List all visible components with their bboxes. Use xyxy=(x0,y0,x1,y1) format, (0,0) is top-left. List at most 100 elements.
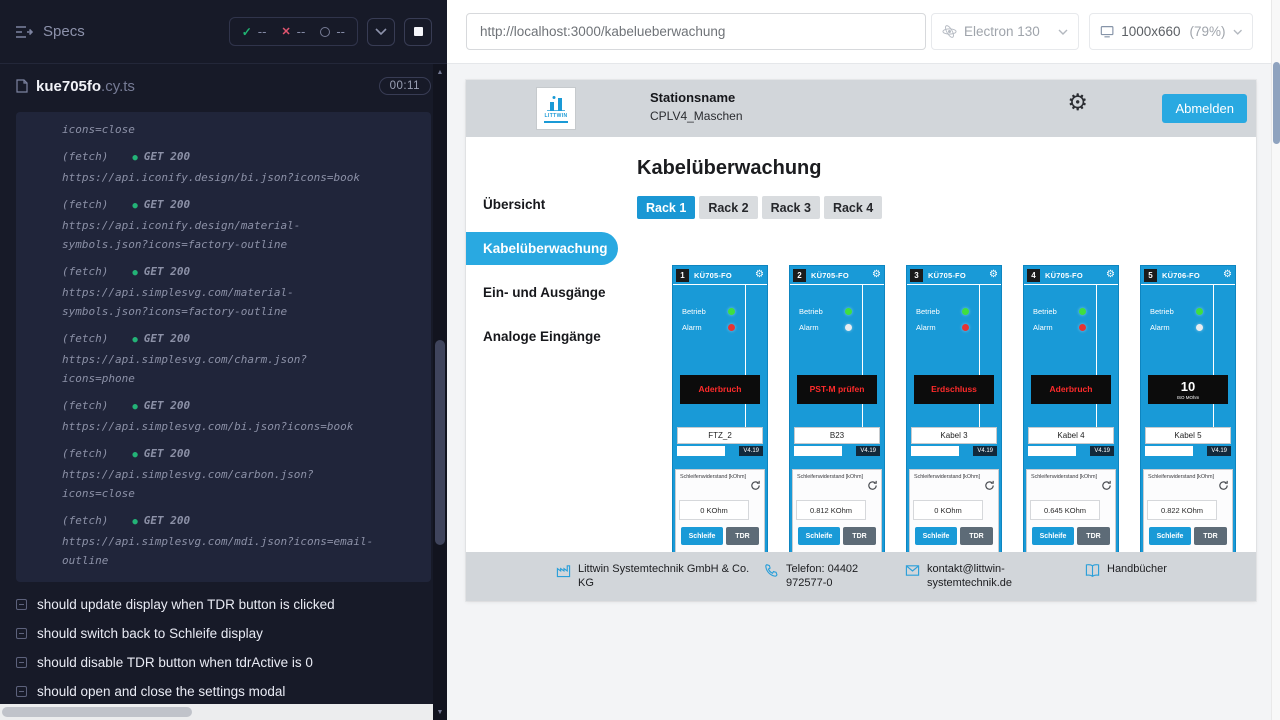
refresh-icon[interactable] xyxy=(1218,480,1229,491)
aut-frame: LITTWIN Stationsname CPLV4_Maschen ⚙ Abm… xyxy=(466,80,1256,601)
pending-test-item[interactable]: should open and close the settings modal xyxy=(0,677,447,706)
log-line[interactable]: symbols.json?icons=factory-outline xyxy=(62,235,423,254)
url-input[interactable] xyxy=(466,13,926,50)
log-line[interactable]: symbols.json?icons=factory-outline xyxy=(62,302,423,321)
schleife-button[interactable]: Schleife xyxy=(1032,527,1074,545)
pending-test-item[interactable]: should update display when TDR button is… xyxy=(0,590,447,619)
tab-rack-4[interactable]: Rack 4 xyxy=(824,196,882,219)
scrollbar-thumb[interactable] xyxy=(435,340,445,545)
mode-buttons: Schleife TDR xyxy=(676,527,764,545)
tdr-button[interactable]: TDR xyxy=(726,527,759,545)
spec-name: kue705fo.cy.ts xyxy=(36,78,135,95)
log-line[interactable]: https://api.simplesvg.com/charm.json? xyxy=(62,350,423,369)
log-line[interactable]: icons=phone xyxy=(62,369,423,388)
device-gear-icon[interactable]: ⚙ xyxy=(1223,270,1232,280)
device-card-header: 4 KÜ705-FO ⚙ xyxy=(1024,266,1118,285)
stop-button[interactable] xyxy=(404,18,432,46)
log-entry-fetch[interactable]: (fetch)●GET 200 xyxy=(62,444,423,465)
log-line[interactable]: outline xyxy=(62,551,423,570)
device-number-badge: 2 xyxy=(793,269,806,282)
pending-test-item[interactable]: should switch back to Schleife display xyxy=(0,619,447,648)
reporter-header: Specs ✓-- ✕-- -- xyxy=(0,0,447,64)
reporter-vertical-scrollbar[interactable]: ▲ ▼ xyxy=(433,64,447,720)
tdr-button[interactable]: TDR xyxy=(960,527,993,545)
log-entry-fetch[interactable]: (fetch)●GET 200 xyxy=(62,329,423,350)
page-scrollbar[interactable] xyxy=(1271,0,1280,720)
iso-value: 10 xyxy=(1181,380,1195,393)
version-sliver xyxy=(911,446,959,456)
collapse-button[interactable] xyxy=(367,18,395,46)
sidebar-item-ein-und-ausgaenge[interactable]: Ein- und Ausgänge xyxy=(466,276,621,309)
alarm-row: Alarm xyxy=(1150,323,1203,332)
browser-select[interactable]: Electron 130 xyxy=(931,13,1079,50)
version-sliver xyxy=(794,446,842,456)
sidebar-item-analoge-eingaenge[interactable]: Analoge Eingänge xyxy=(466,320,621,353)
status-dot-icon: ● xyxy=(132,201,137,211)
page-title: Kabelüberwachung xyxy=(637,157,821,180)
tab-rack-1[interactable]: Rack 1 xyxy=(637,196,695,219)
cable-name-field: Kabel 3 xyxy=(911,427,997,444)
log-line[interactable]: https://api.simplesvg.com/material- xyxy=(62,283,423,302)
schleife-button[interactable]: Schleife xyxy=(1149,527,1191,545)
test-stats[interactable]: ✓-- ✕-- -- xyxy=(229,17,358,46)
log-line[interactable]: https://api.iconify.design/material- xyxy=(62,216,423,235)
electron-icon xyxy=(942,24,957,39)
refresh-icon[interactable] xyxy=(1101,480,1112,491)
measurement-panel: Schleifenwiderstand [kOhm] 0 KOhm Schlei… xyxy=(675,469,765,557)
scrollbar-thumb[interactable] xyxy=(2,707,192,717)
schleife-button[interactable]: Schleife xyxy=(915,527,957,545)
log-line[interactable]: icons=close xyxy=(62,484,423,503)
refresh-icon[interactable] xyxy=(867,480,878,491)
cable-name-field: Kabel 5 xyxy=(1145,427,1231,444)
sidebar-item-kabelueberwachung[interactable]: Kabelüberwachung xyxy=(466,232,618,265)
sidebar-item-uebersicht[interactable]: Übersicht xyxy=(466,188,621,221)
device-gear-icon[interactable]: ⚙ xyxy=(872,270,881,280)
refresh-icon[interactable] xyxy=(984,480,995,491)
reporter-horizontal-scrollbar[interactable] xyxy=(0,704,433,720)
schleife-button[interactable]: Schleife xyxy=(798,527,840,545)
document-icon xyxy=(16,79,28,93)
tab-rack-3[interactable]: Rack 3 xyxy=(762,196,820,219)
device-gear-icon[interactable]: ⚙ xyxy=(1106,270,1115,280)
betrieb-led xyxy=(845,308,852,315)
device-gear-icon[interactable]: ⚙ xyxy=(989,270,998,280)
status-display: Erdschluss xyxy=(914,375,994,404)
footer-manuals[interactable]: Handbücher xyxy=(1085,562,1167,578)
spec-file-row[interactable]: kue705fo.cy.ts 00:11 xyxy=(0,64,447,108)
log-line[interactable]: https://api.simplesvg.com/bi.json?icons=… xyxy=(62,417,423,436)
tdr-button[interactable]: TDR xyxy=(1077,527,1110,545)
device-cards: 1 KÜ705-FO ⚙ Betrieb Alarm Aderbruch FTZ… xyxy=(672,265,1236,560)
status-dot-icon: ● xyxy=(132,335,137,345)
log-entry-fetch[interactable]: (fetch)●GET 200 xyxy=(62,262,423,283)
measurement-label: Schleifenwiderstand [kOhm] xyxy=(914,474,980,480)
settings-gear-icon[interactable]: ⚙ xyxy=(1067,91,1088,114)
tdr-button[interactable]: TDR xyxy=(843,527,876,545)
factory-icon xyxy=(556,563,571,578)
schleife-button[interactable]: Schleife xyxy=(681,527,723,545)
pending-test-item[interactable]: should disable TDR button when tdrActive… xyxy=(0,648,447,677)
log-line[interactable]: icons=close xyxy=(62,120,423,139)
log-entry-fetch[interactable]: (fetch)●GET 200 xyxy=(62,147,423,168)
tdr-button[interactable]: TDR xyxy=(1194,527,1227,545)
log-line[interactable]: https://api.simplesvg.com/mdi.json?icons… xyxy=(62,532,423,551)
log-line[interactable]: https://api.simplesvg.com/carbon.json? xyxy=(62,465,423,484)
device-gear-icon[interactable]: ⚙ xyxy=(755,270,764,280)
alarm-row: Alarm xyxy=(916,323,969,332)
log-line[interactable]: https://api.iconify.design/bi.json?icons… xyxy=(62,168,423,187)
status-dot-icon: ● xyxy=(132,450,137,460)
tab-rack-2[interactable]: Rack 2 xyxy=(699,196,757,219)
viewport-select[interactable]: 1000x660 (79%) xyxy=(1089,13,1253,50)
footer-email[interactable]: kontakt@littwin-systemtechnik.de xyxy=(905,562,1032,591)
device-card: 4 KÜ705-FO ⚙ Betrieb Alarm Aderbruch Kab… xyxy=(1023,265,1119,560)
scroll-down-arrow[interactable]: ▼ xyxy=(433,705,447,719)
phone-icon xyxy=(764,563,779,578)
log-entry-fetch[interactable]: (fetch)●GET 200 xyxy=(62,195,423,216)
specs-toggle[interactable]: Specs xyxy=(15,23,85,40)
scroll-up-arrow[interactable]: ▲ xyxy=(433,65,447,79)
refresh-icon[interactable] xyxy=(750,480,761,491)
scrollbar-thumb[interactable] xyxy=(1273,62,1280,144)
log-entry-fetch[interactable]: (fetch)●GET 200 xyxy=(62,396,423,417)
log-entry-fetch[interactable]: (fetch)●GET 200 xyxy=(62,511,423,532)
logout-button[interactable]: Abmelden xyxy=(1162,94,1247,123)
device-model-label: KÜ705-FO xyxy=(1045,271,1083,280)
